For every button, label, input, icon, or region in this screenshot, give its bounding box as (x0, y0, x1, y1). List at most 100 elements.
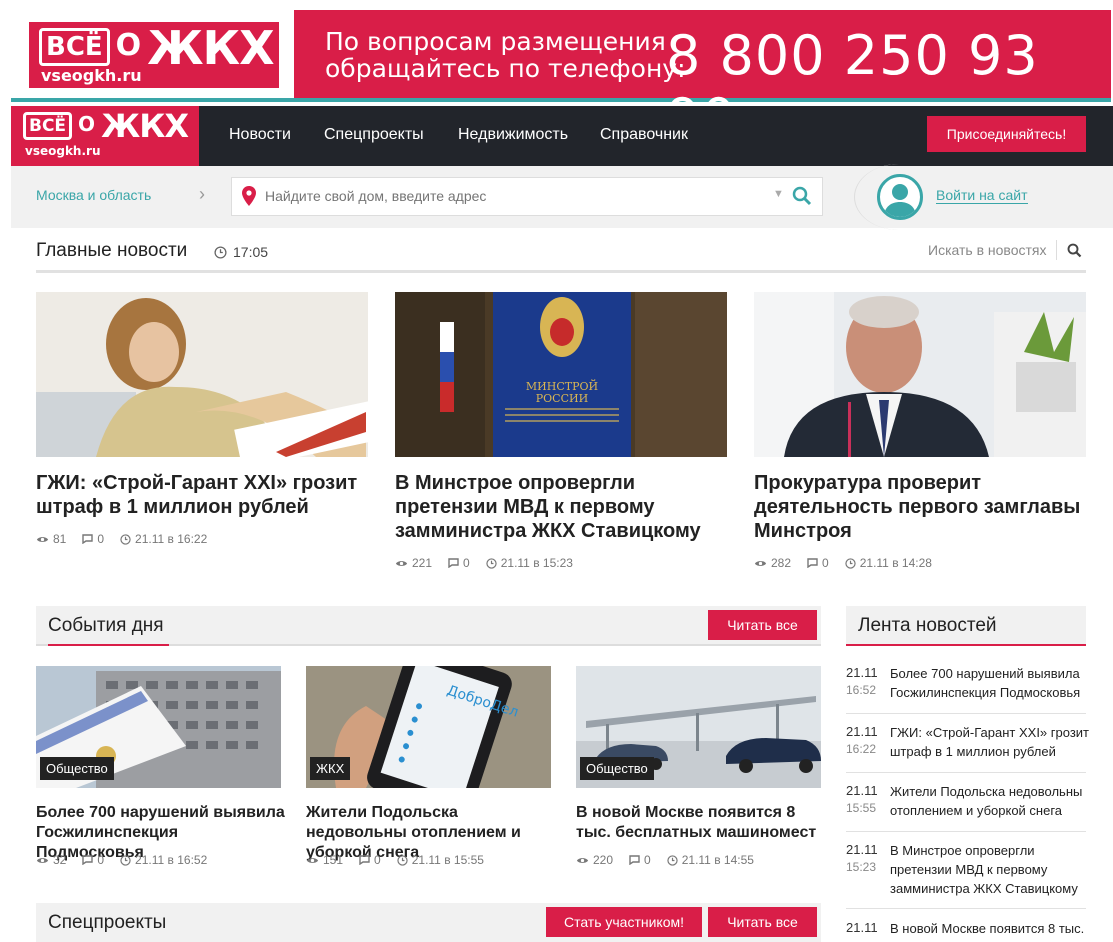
search-news-link[interactable]: Искать в новостях (928, 242, 1046, 258)
section-divider (36, 270, 1086, 273)
main-news-time: 17:05 (214, 244, 268, 260)
feed-date: 21.11 (846, 920, 878, 935)
article-title-1[interactable]: ГЖИ: «Строй-Гарант XXI» грозит штраф в 1… (36, 471, 368, 519)
views-count: 81 (53, 532, 67, 546)
comments-count: 0 (374, 853, 381, 867)
feed-item[interactable]: 21.11 16:52 Более 700 нарушений выявила … (846, 664, 1086, 714)
search-bar: Москва и область › ▼ Войти на сайт (11, 164, 1113, 230)
clock-icon (120, 854, 131, 866)
time-value: 17:05 (233, 244, 269, 260)
article-meta-3: 282 0 21.11 в 14:28 (754, 556, 932, 570)
banner-text-line1: По вопросам размещения (325, 27, 666, 56)
feed-text[interactable]: В новой Москве появится 8 тыс. (890, 919, 1090, 938)
feed-item[interactable]: 21.11 15:23 В Минстрое опровергли претен… (846, 841, 1086, 909)
article-title-2[interactable]: В Минстрое опровергли претензии МВД к пе… (395, 471, 727, 543)
comment-icon (629, 855, 640, 865)
feed-item[interactable]: 21.11 16:22 ГЖИ: «Строй-Гарант XXI» гроз… (846, 723, 1089, 773)
views-count: 151 (323, 853, 344, 867)
comment-icon (82, 534, 94, 544)
article-image-1[interactable] (36, 292, 368, 457)
read-all-button[interactable]: Читать все (708, 610, 817, 640)
logo-zhkh: ЖКХ (147, 21, 274, 75)
feed-item[interactable]: 21.11 В новой Москве появится 8 тыс. (846, 919, 1086, 942)
article-meta-1: 81 0 21.11 в 16:22 (36, 532, 207, 546)
search-icon[interactable] (1067, 243, 1082, 258)
nav-logo[interactable]: ВСЁ О ЖКХ vseogkh.ru (11, 106, 199, 166)
title-underline (846, 644, 1086, 646)
comments-count: 0 (644, 853, 651, 867)
banner-logo[interactable]: ВСЁ О ЖКХ vseogkh.ru (29, 22, 279, 88)
publish-date: 21.11 в 16:52 (135, 853, 208, 867)
eye-icon (576, 857, 589, 863)
logo-o: О (78, 112, 96, 136)
eye-icon (306, 857, 319, 863)
feed-text[interactable]: В Минстрое опровергли претензии МВД к пе… (890, 841, 1090, 898)
event-image-3[interactable]: Общество (576, 666, 821, 788)
nav-item-specprojects[interactable]: Спецпроекты (324, 126, 424, 144)
category-tag[interactable]: ЖКХ (310, 757, 351, 780)
feed-date: 21.11 (846, 842, 878, 857)
article-title-3[interactable]: Прокуратура проверит деятельность первог… (754, 471, 1086, 543)
feed-date: 21.11 (846, 724, 878, 739)
feed-text[interactable]: Более 700 нарушений выявила Госжилинспек… (890, 664, 1090, 702)
event-meta-3: 220 0 21.11 в 14:55 (576, 853, 754, 867)
feed-date: 21.11 (846, 783, 878, 798)
comments-count: 0 (463, 556, 470, 570)
views-count: 282 (771, 556, 792, 570)
dropdown-caret-icon[interactable]: ▼ (773, 188, 784, 200)
login-link[interactable]: Войти на сайт (936, 187, 1028, 204)
event-meta-2: 151 0 21.11 в 15:55 (306, 853, 484, 867)
comment-icon (82, 855, 94, 865)
event-meta-1: 32 0 21.11 в 16:52 (36, 853, 207, 867)
eye-icon (36, 536, 49, 542)
nav-item-realty[interactable]: Недвижимость (458, 126, 568, 144)
clock-icon (486, 557, 497, 569)
specprojects-header: Спецпроекты Стать участником! Читать все (36, 903, 821, 942)
publish-date: 21.11 в 16:22 (135, 532, 208, 546)
event-image-2[interactable]: ДоброДел ЖКХ (306, 666, 551, 788)
logo-vse: ВСЁ (23, 112, 73, 140)
events-title: События дня (48, 615, 164, 636)
nav-item-news[interactable]: Новости (229, 126, 291, 144)
avatar[interactable] (877, 174, 923, 220)
views-count: 221 (412, 556, 433, 570)
banner-text-line2: обращайтесь по телефону: (325, 54, 686, 83)
logo-o: О (115, 28, 142, 63)
join-button[interactable]: Присоединяйтесь! (927, 116, 1086, 152)
article-image-2[interactable]: МИНСТРОЙ РОССИИ (395, 292, 727, 457)
nav-logo-mark: ВСЁ О ЖКХ (23, 110, 189, 142)
address-search: ▼ (231, 177, 823, 216)
search-icon[interactable] (792, 186, 812, 206)
woman-photo (36, 292, 368, 457)
chevron-right-icon[interactable]: › (199, 184, 205, 205)
feed-text[interactable]: ГЖИ: «Строй-Гарант XXI» грозит штраф в 1… (890, 723, 1090, 761)
feed-time: 15:55 (846, 801, 877, 815)
comment-icon (807, 558, 818, 568)
ad-banner[interactable]: ВСЁ О ЖКХ vseogkh.ru По вопросам размеще… (11, 10, 1111, 150)
region-selector[interactable]: Москва и область (36, 187, 151, 203)
feed-text[interactable]: Жители Подольска недовольны отоплением и… (890, 782, 1090, 820)
participate-button[interactable]: Стать участником! (546, 907, 702, 937)
read-all-button[interactable]: Читать все (708, 907, 817, 937)
main-nav: ВСЁ О ЖКХ vseogkh.ru Новости Спецпроекты… (11, 106, 1113, 166)
category-tag[interactable]: Общество (40, 757, 114, 780)
clock-icon (214, 245, 227, 259)
comment-icon (359, 855, 370, 865)
feed-date: 21.11 (846, 665, 878, 680)
main-news-title: Главные новости (36, 240, 188, 261)
article-image-3[interactable] (754, 292, 1086, 457)
address-search-input[interactable] (265, 188, 745, 204)
banner-ad-area: По вопросам размещения обращайтесь по те… (294, 10, 1111, 150)
feed-title: Лента новостей (858, 615, 997, 636)
nav-item-reference[interactable]: Справочник (600, 126, 688, 144)
event-image-1[interactable]: Общество (36, 666, 281, 788)
clock-icon (845, 557, 856, 569)
banner-text: По вопросам размещения обращайтесь по те… (325, 28, 686, 82)
ministry-photo: МИНСТРОЙ РОССИИ (395, 292, 727, 457)
eye-icon (395, 560, 408, 566)
feed-time: 15:23 (846, 860, 877, 874)
feed-item[interactable]: 21.11 15:55 Жители Подольска недовольны … (846, 782, 1086, 832)
publish-date: 21.11 в 15:23 (500, 556, 573, 570)
category-tag[interactable]: Общество (580, 757, 654, 780)
event-title-3[interactable]: В новой Москве появится 8 тыс. бесплатны… (576, 803, 826, 843)
